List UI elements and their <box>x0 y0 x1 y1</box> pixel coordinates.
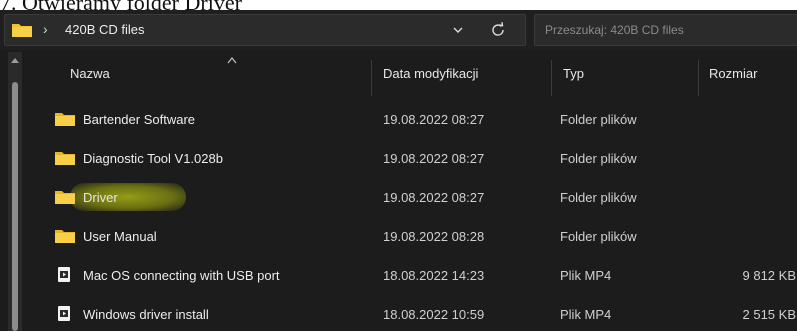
address-row: › 420B CD files Przeszukaj: 420B CD file… <box>0 10 797 50</box>
search-placeholder: Przeszukaj: 420B CD files <box>545 23 684 37</box>
sort-ascending-icon <box>227 56 237 64</box>
list-item[interactable]: Windows driver install 18.08.2022 10:59 … <box>40 295 797 334</box>
file-name: Windows driver install <box>83 307 209 322</box>
column-divider[interactable] <box>371 60 372 96</box>
scrollbar-thumb[interactable] <box>12 82 18 331</box>
search-input[interactable]: Przeszukaj: 420B CD files <box>534 14 797 46</box>
file-name: Driver <box>83 190 118 205</box>
refresh-icon[interactable] <box>489 21 507 39</box>
file-name: Mac OS connecting with USB port <box>83 268 280 283</box>
file-name: User Manual <box>83 229 157 244</box>
file-type: Folder plików <box>560 151 637 166</box>
navigation-strip <box>0 50 40 331</box>
video-file-icon <box>58 267 70 282</box>
column-size[interactable]: Rozmiar <box>709 66 757 81</box>
file-type: Plik MP4 <box>560 268 612 283</box>
folder-icon <box>55 191 75 204</box>
column-date[interactable]: Data modyfikacji <box>383 66 478 81</box>
file-type: Folder plików <box>560 190 637 205</box>
scroll-up-arrow-icon[interactable] <box>10 56 20 64</box>
list-item[interactable]: Mac OS connecting with USB port 18.08.20… <box>40 256 797 295</box>
video-file-icon <box>58 306 70 321</box>
scrollbar[interactable] <box>8 52 22 331</box>
file-date: 18.08.2022 14:23 <box>383 268 485 283</box>
file-date: 18.08.2022 10:59 <box>383 307 485 322</box>
folder-icon <box>55 152 75 165</box>
breadcrumb-path[interactable]: 420B CD files <box>65 22 144 37</box>
breadcrumb-chevron-icon: › <box>43 21 48 37</box>
folder-icon <box>55 113 75 126</box>
column-type[interactable]: Typ <box>563 66 584 81</box>
file-size: 2 515 KB <box>742 307 797 322</box>
instruction-caption: 7. Otwieramy folder Driver <box>0 0 797 10</box>
file-name: Diagnostic Tool V1.028b <box>83 151 223 166</box>
folder-icon <box>12 24 32 37</box>
file-list: Bartender Software 19.08.2022 08:27 Fold… <box>40 100 797 334</box>
column-divider[interactable] <box>551 60 552 96</box>
file-size: 9 812 KB <box>742 268 797 283</box>
list-item[interactable]: Bartender Software 19.08.2022 08:27 Fold… <box>40 100 797 139</box>
list-item[interactable]: Driver 19.08.2022 08:27 Folder plików <box>40 178 797 217</box>
file-name: Bartender Software <box>83 112 196 127</box>
column-header: Nazwa Data modyfikacji Typ Rozmiar <box>40 50 797 106</box>
folder-icon <box>55 230 75 243</box>
file-date: 19.08.2022 08:27 <box>383 190 485 205</box>
column-divider[interactable] <box>698 60 699 96</box>
file-type: Folder plików <box>560 112 637 127</box>
file-date: 19.08.2022 08:27 <box>383 112 485 127</box>
file-type: Folder plików <box>560 229 637 244</box>
file-date: 19.08.2022 08:28 <box>383 229 485 244</box>
list-item[interactable]: Diagnostic Tool V1.028b 19.08.2022 08:27… <box>40 139 797 178</box>
file-explorer-window: › 420B CD files Przeszukaj: 420B CD file… <box>0 10 797 331</box>
file-type: Plik MP4 <box>560 307 612 322</box>
column-name[interactable]: Nazwa <box>70 66 110 81</box>
list-item[interactable]: User Manual 19.08.2022 08:28 Folder plik… <box>40 217 797 256</box>
address-bar[interactable]: › 420B CD files <box>4 14 526 46</box>
chevron-down-icon[interactable] <box>451 23 465 37</box>
file-date: 19.08.2022 08:27 <box>383 151 485 166</box>
